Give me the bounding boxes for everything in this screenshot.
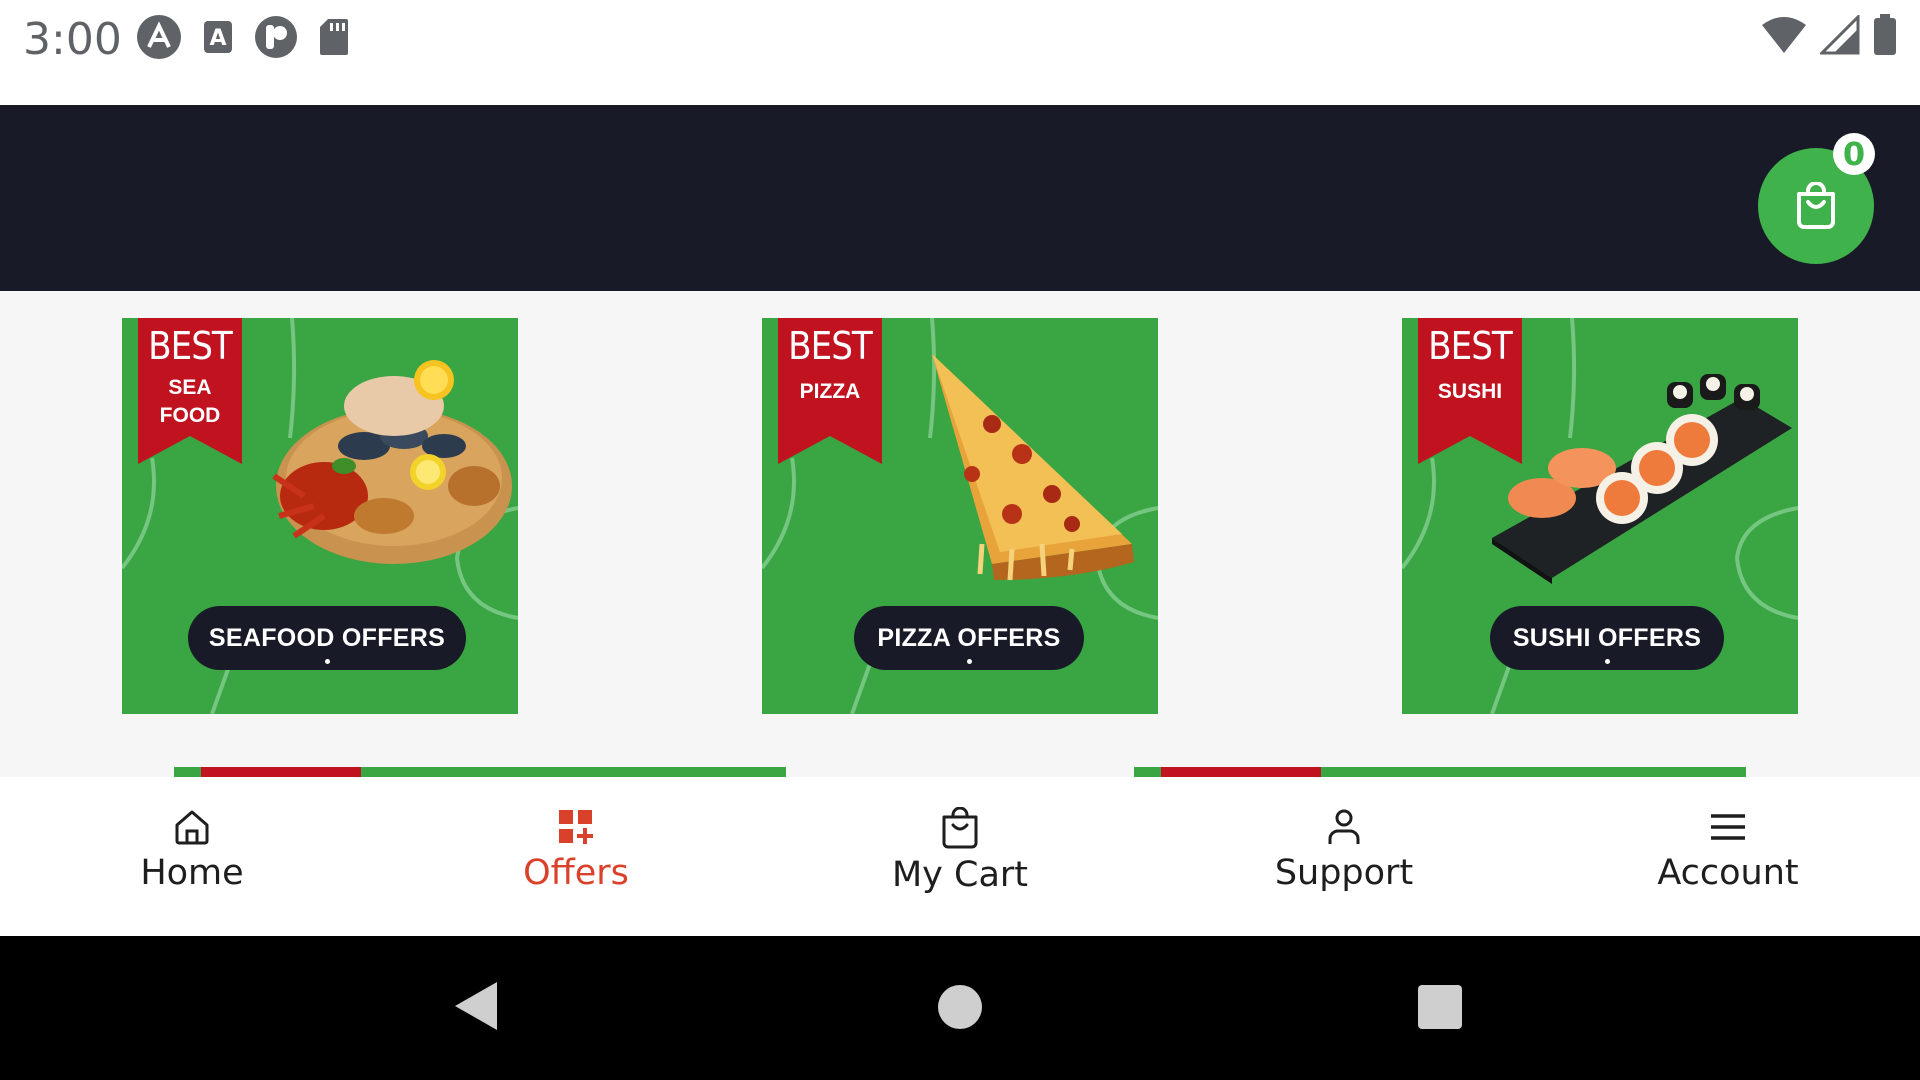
offer-card-peek[interactable]: [1134, 767, 1746, 777]
pizza-slice-image: [932, 354, 1134, 581]
shopping-bag-icon: [942, 807, 978, 849]
offers-grid-icon: [559, 810, 593, 844]
person-icon: [1328, 809, 1360, 844]
offer-card-peek[interactable]: [174, 767, 786, 777]
pill-dot: [1605, 659, 1610, 664]
seafood-offers-button[interactable]: SEAFOOD OFFERS: [188, 606, 466, 670]
offers-grid: BEST SEA FOOD SEAFOOD OFFERS BEST PIZZA …: [0, 291, 1920, 777]
offer-card-sushi[interactable]: BEST SUSHI SUSHI OFFERS: [1402, 318, 1798, 714]
app-header: [0, 105, 1920, 291]
bottom-navigation: Home Offers My Cart Support Account: [0, 777, 1920, 936]
offer-card-seafood[interactable]: BEST SEA FOOD SEAFOOD OFFERS: [122, 318, 518, 714]
nav-label: Account: [1657, 853, 1799, 893]
battery-icon: [1874, 14, 1896, 55]
nav-label: Offers: [523, 853, 629, 893]
ribbon-subtitle-line2: FOOD: [159, 404, 221, 427]
pill-dot: [325, 659, 330, 664]
wifi-icon: [1762, 17, 1806, 53]
home-icon: [175, 810, 209, 845]
ribbon-title: BEST: [148, 324, 233, 368]
back-icon[interactable]: [453, 980, 499, 1032]
signal-icon: [1820, 15, 1860, 55]
offer-button-label: PIZZA OFFERS: [877, 623, 1061, 652]
shopping-bag-icon: [1797, 182, 1835, 229]
sushi-board-image: [1492, 374, 1792, 584]
sd-card-icon: [320, 19, 348, 55]
pill-dot: [967, 659, 972, 664]
nav-account[interactable]: Account: [1536, 777, 1920, 936]
status-system-icons: [1760, 14, 1898, 56]
offer-button-label: SUSHI OFFERS: [1512, 623, 1702, 652]
status-bar: 3:00 A: [0, 0, 1920, 105]
cart-count-badge: 0: [1833, 133, 1875, 175]
r-circle-icon: [255, 16, 297, 58]
pizza-offers-button[interactable]: PIZZA OFFERS: [854, 606, 1084, 670]
ribbon-title: BEST: [1428, 324, 1513, 368]
nav-label: Home: [140, 853, 244, 893]
seafood-platter-image: [272, 360, 512, 564]
offer-button-label: SEAFOOD OFFERS: [208, 623, 446, 652]
nav-my-cart[interactable]: My Cart: [768, 777, 1152, 936]
nav-offers[interactable]: Offers: [384, 777, 768, 936]
ribbon-subtitle: PIZZA: [778, 378, 882, 406]
nav-support[interactable]: Support: [1152, 777, 1536, 936]
text-a-icon: A: [204, 21, 232, 53]
offer-card-pizza[interactable]: BEST PIZZA PIZZA OFFERS: [762, 318, 1158, 714]
angular-icon: [137, 15, 181, 59]
ribbon-banner: [201, 767, 361, 777]
sushi-offers-button[interactable]: SUSHI OFFERS: [1490, 606, 1724, 670]
ribbon-banner: [1161, 767, 1321, 777]
svg-text:A: A: [209, 26, 226, 51]
nav-home[interactable]: Home: [0, 777, 384, 936]
system-navigation-bar: [0, 936, 1920, 1080]
status-notification-icons: A: [136, 14, 350, 60]
ribbon-subtitle-line1: PIZZA: [799, 380, 861, 403]
ribbon-title: BEST: [788, 324, 873, 368]
ribbon-subtitle-line1: SEA: [168, 376, 212, 399]
ribbon-subtitle: SEA FOOD: [138, 374, 242, 430]
home-circle-icon[interactable]: [937, 984, 983, 1030]
recents-icon[interactable]: [1417, 984, 1463, 1030]
status-time: 3:00: [23, 14, 122, 65]
menu-icon: [1711, 814, 1745, 840]
nav-label: Support: [1274, 853, 1414, 893]
nav-label: My Cart: [891, 855, 1029, 895]
